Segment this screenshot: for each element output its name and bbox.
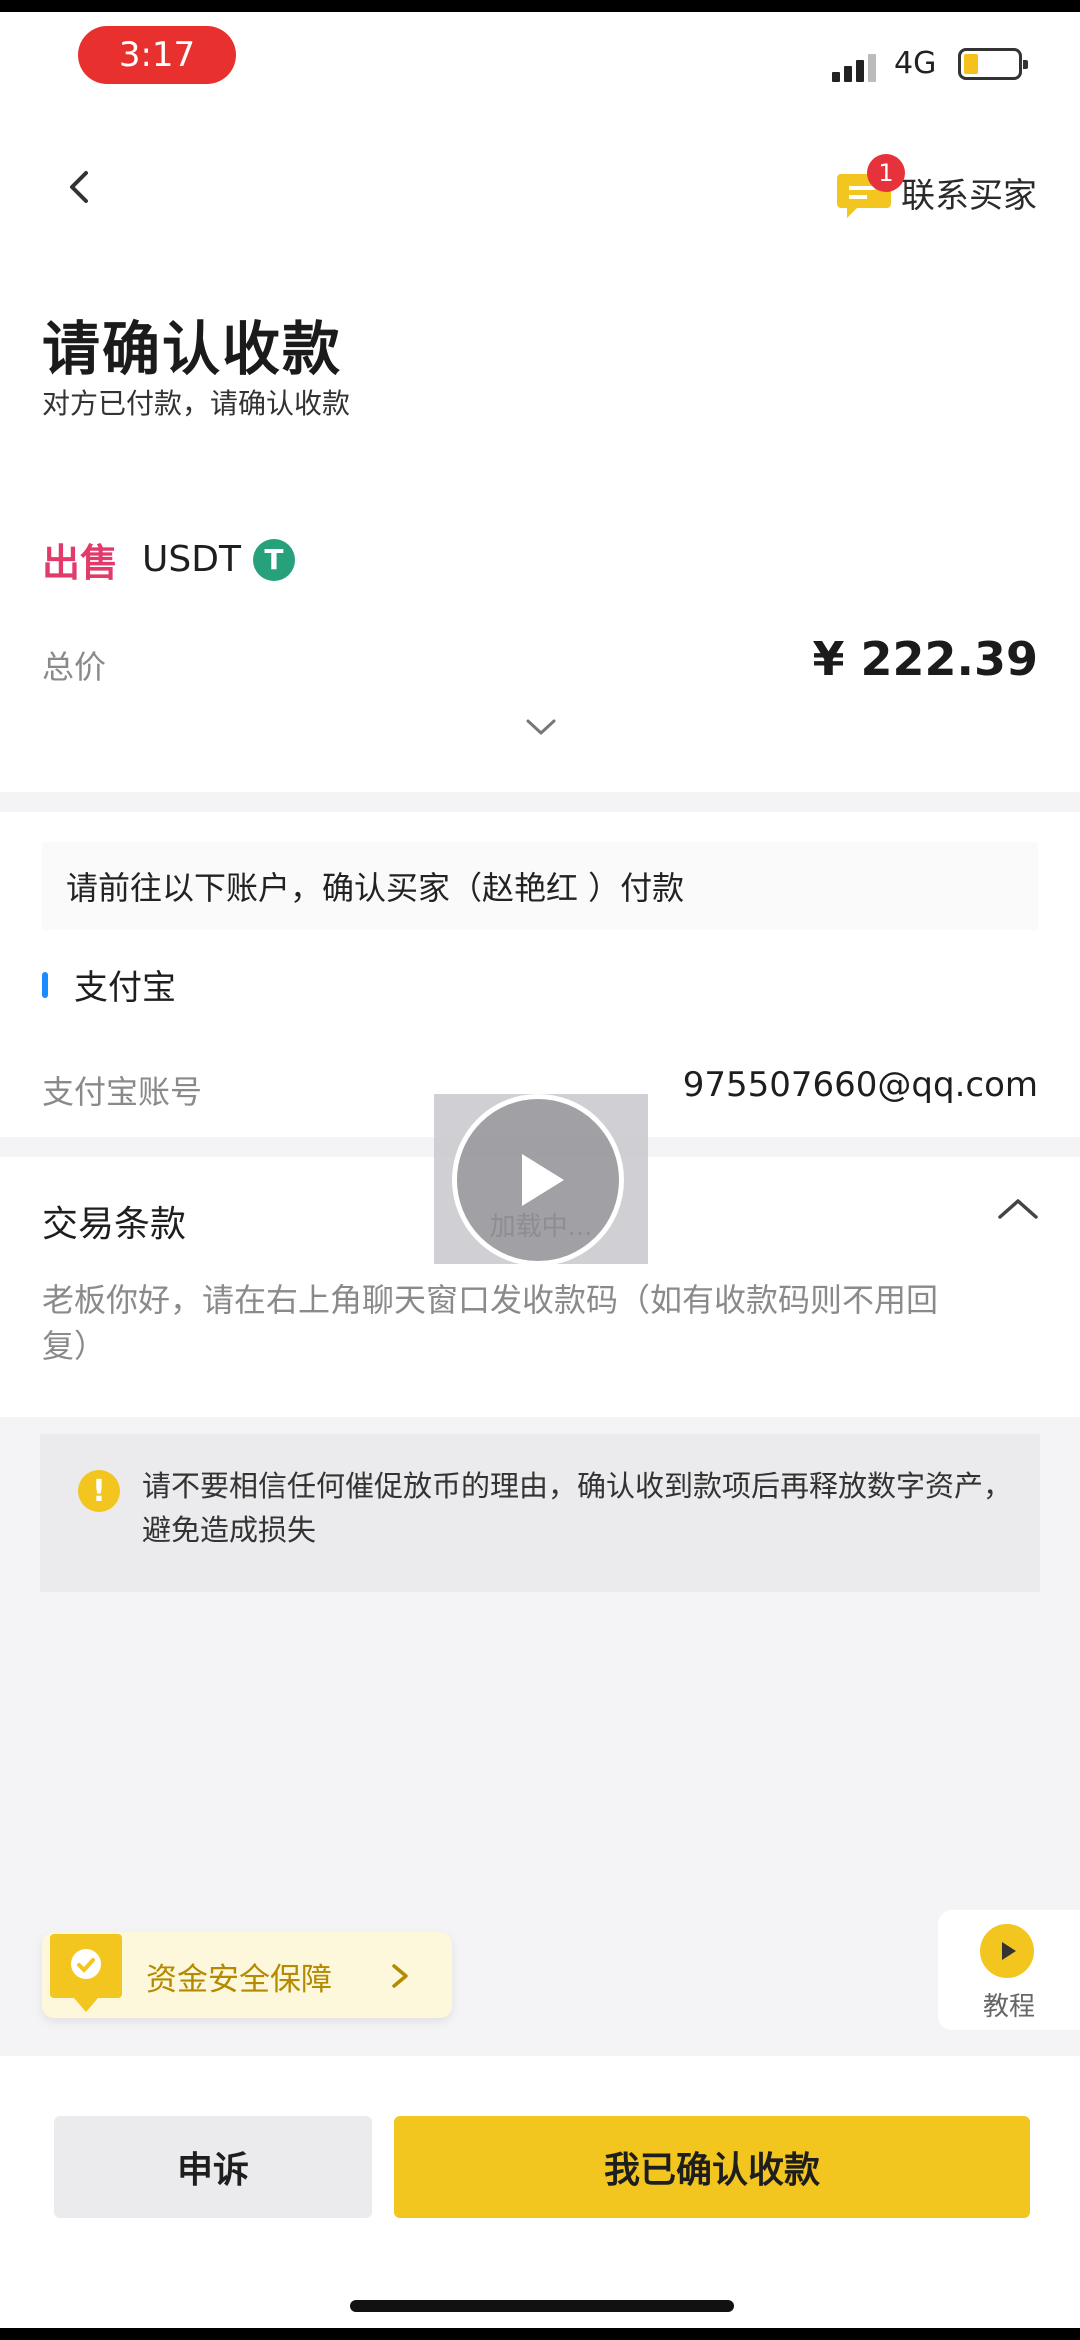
total-label: 总价 bbox=[42, 648, 107, 686]
method-indicator bbox=[42, 971, 48, 998]
header: 1 联系买家 请确认收款 对方已付款，请确认收款 bbox=[0, 112, 1080, 472]
shield-icon bbox=[50, 1934, 122, 2012]
confirm-receipt-button[interactable]: 我已确认收款 bbox=[394, 2116, 1030, 2218]
order-summary: 出售 USDT T 总价 ¥ 222.39 bbox=[0, 472, 1080, 792]
screen: 3:17 4G 1 联系买家 请确认收款 对方已付款，请确认收款 出售 USDT… bbox=[0, 12, 1080, 2328]
tutorial-button[interactable]: 教程 bbox=[938, 1910, 1080, 2030]
home-indicator bbox=[350, 2300, 734, 2312]
warning-text: 请不要相信任何催促放币的理由，确认收到款项后再释放数字资产，避免造成损失 bbox=[142, 1469, 1013, 1547]
unread-badge: 1 bbox=[867, 154, 905, 192]
fund-safety-banner[interactable]: 资金安全保障 bbox=[42, 1932, 452, 2018]
payment-details: 请前往以下账户，确认买家（赵艳红 ）付款 支付宝 支付宝账号 975507660… bbox=[0, 812, 1080, 1137]
contact-buyer-label: 联系买家 bbox=[901, 175, 1037, 216]
play-icon bbox=[522, 1154, 564, 1206]
coin-name: USDT bbox=[142, 539, 241, 580]
page-title: 请确认收款 bbox=[42, 315, 343, 383]
tutorial-play-icon bbox=[980, 1924, 1034, 1978]
page-subtitle: 对方已付款，请确认收款 bbox=[42, 387, 351, 420]
chevron-right-icon bbox=[392, 1964, 408, 1988]
safety-label: 资金安全保障 bbox=[146, 1962, 332, 1998]
payment-method: 支付宝 bbox=[42, 960, 176, 1009]
payment-hint: 请前往以下账户，确认买家（赵艳红 ）付款 bbox=[42, 842, 1038, 930]
total-value: ¥ 222.39 bbox=[812, 632, 1038, 686]
chat-icon: 1 bbox=[835, 154, 905, 222]
account-value[interactable]: 975507660@qq.com bbox=[683, 1065, 1038, 1105]
back-icon[interactable] bbox=[60, 167, 100, 207]
network-label: 4G bbox=[894, 46, 937, 81]
signal-icon bbox=[832, 54, 878, 82]
payment-method-label: 支付宝 bbox=[74, 968, 176, 1008]
status-time: 3:17 bbox=[78, 26, 236, 84]
order-type: 出售 USDT T bbox=[42, 532, 295, 587]
chevron-up-icon[interactable] bbox=[994, 1193, 1042, 1225]
tether-icon: T bbox=[252, 538, 295, 581]
warning-icon: ! bbox=[78, 1470, 120, 1512]
status-bar: 3:17 4G bbox=[0, 12, 1080, 112]
appeal-button[interactable]: 申诉 bbox=[54, 2116, 372, 2218]
tutorial-label: 教程 bbox=[982, 1992, 1035, 2022]
account-label: 支付宝账号 bbox=[42, 1073, 203, 1111]
chevron-down-icon[interactable] bbox=[522, 712, 560, 742]
battery-icon bbox=[958, 48, 1028, 80]
bottom-action-bar: 申诉 我已确认收款 bbox=[0, 2056, 1080, 2328]
terms-title: 交易条款 bbox=[42, 1204, 187, 1245]
terms-text: 老板你好，请在右上角聊天窗口发收款码（如有收款码则不用回复） bbox=[42, 1281, 939, 1365]
risk-warning: ! 请不要相信任何催促放币的理由，确认收到款项后再释放数字资产，避免造成损失 bbox=[40, 1434, 1040, 1592]
contact-buyer-button[interactable]: 1 联系买家 bbox=[835, 152, 1037, 232]
play-button[interactable] bbox=[452, 1094, 624, 1266]
order-side: 出售 bbox=[42, 541, 119, 585]
